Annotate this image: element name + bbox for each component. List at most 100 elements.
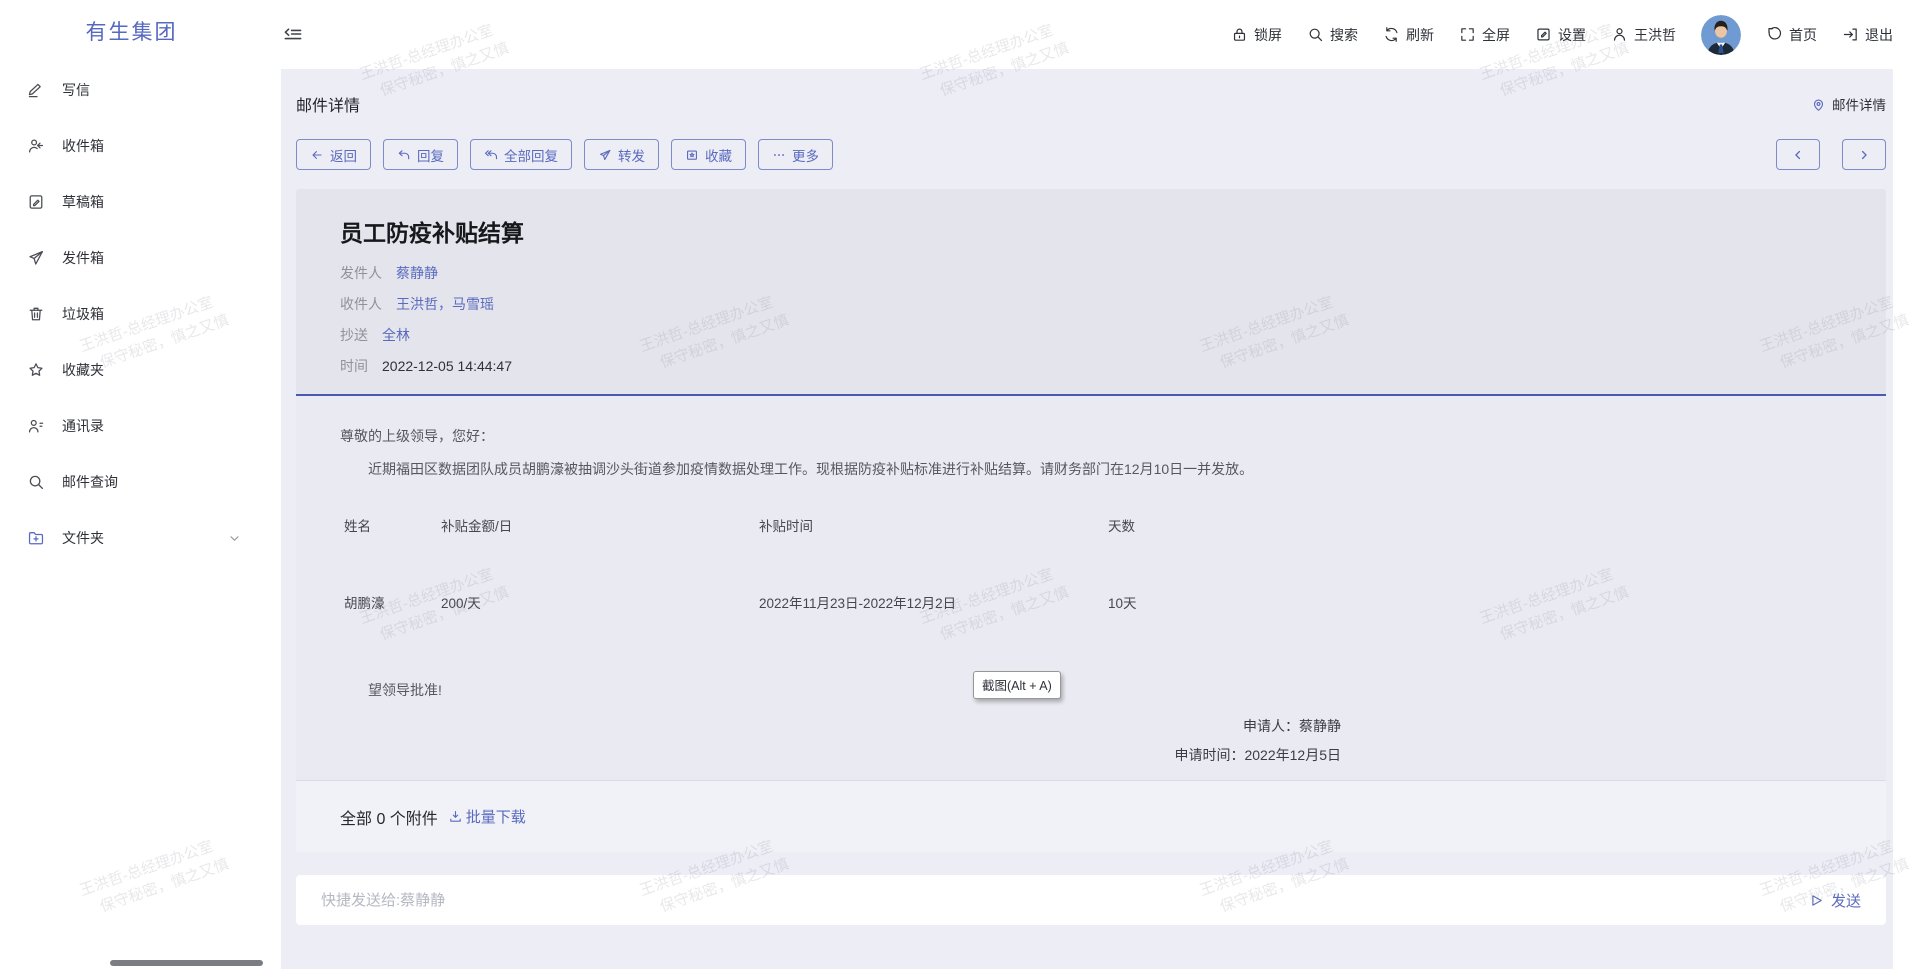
send-label: 发送	[1831, 890, 1861, 911]
topbar-item-label: 王洪哲	[1634, 25, 1676, 45]
send-triangle-icon	[1809, 893, 1824, 908]
topbar-item-user[interactable]: 王洪哲	[1611, 25, 1676, 45]
mail-body: 尊敬的上级领导，您好： 近期福田区数据团队成员胡鹏濠被抽调沙头街道参加疫情数据处…	[296, 396, 1886, 780]
topbar-actions: 锁屏 搜索 刷新 全屏 设置 王洪哲 首页 退出	[1231, 15, 1893, 55]
quick-send-bar: 发送	[296, 875, 1886, 925]
person-icon	[1611, 26, 1628, 43]
quick-send-input[interactable]	[321, 892, 1809, 909]
horizontal-scrollbar-thumb[interactable]	[110, 960, 263, 966]
mail-closing: 望领导批准!	[340, 680, 1842, 700]
topbar-item-logout[interactable]: 退出	[1842, 25, 1893, 45]
sidebar-item-label: 写信	[62, 80, 90, 100]
favorite-button[interactable]: 收藏	[671, 139, 746, 170]
table-header-cell: 补贴金额/日	[441, 517, 759, 537]
sidebar-item-favorites[interactable]: 收藏夹	[0, 342, 263, 398]
star-icon	[27, 361, 45, 379]
topbar-item-settings[interactable]: 设置	[1535, 25, 1586, 45]
sidebar: 有生集团 写信 收件箱 草稿箱 发件箱 垃圾箱 收藏夹 通讯录 邮件查询 文件夹	[0, 0, 263, 969]
batch-download-link[interactable]: 批量下载	[448, 806, 526, 827]
cc-label: 抄送	[340, 325, 368, 345]
table-cell: 2022年11月23日-2022年12月2日	[759, 594, 1108, 614]
reply-all-button[interactable]: 全部回复	[470, 139, 572, 170]
button-label: 更多	[792, 145, 819, 165]
more-button[interactable]: 更多	[758, 139, 833, 170]
refresh-icon	[1383, 26, 1400, 43]
sidebar-item-label: 邮件查询	[62, 472, 118, 492]
sidebar-item-trash[interactable]: 垃圾箱	[0, 286, 263, 342]
button-label: 收藏	[705, 145, 732, 165]
search-icon	[1307, 26, 1324, 43]
topbar-item-label: 首页	[1789, 25, 1817, 45]
send-button[interactable]: 发送	[1809, 890, 1861, 911]
table-cell: 10天	[1108, 594, 1842, 614]
sidebar-item-folders[interactable]: 文件夹	[0, 510, 263, 566]
mail-signature: 申请人：蔡静静 申请时间：2022年12月5日	[340, 712, 1842, 770]
more-icon	[772, 148, 786, 162]
topbar-item-label: 设置	[1558, 25, 1586, 45]
cc-contact-link[interactable]: 全林	[382, 325, 410, 345]
table-header-row: 姓名补贴金额/日补贴时间天数	[344, 517, 1842, 537]
subsidy-table: 姓名补贴金额/日补贴时间天数胡鹏濠200/天2022年11月23日-2022年1…	[344, 517, 1842, 614]
chevron-left-icon	[1791, 148, 1805, 162]
breadcrumb-label: 邮件详情	[1832, 94, 1886, 114]
mail-toolbar: 返回 回复 全部回复 转发 收藏 更多	[296, 139, 833, 170]
fullscreen-icon	[1459, 26, 1476, 43]
topbar-item-label: 全屏	[1482, 25, 1510, 45]
reply-button[interactable]: 回复	[383, 139, 458, 170]
from-label: 发件人	[340, 263, 382, 283]
mail-pager	[1776, 139, 1886, 170]
sidebar-item-compose[interactable]: 写信	[0, 62, 263, 118]
chevron-down-icon[interactable]	[228, 532, 241, 545]
topbar-item-label: 退出	[1865, 25, 1893, 45]
from-contact-link[interactable]: 蔡静静	[396, 263, 438, 283]
mail-card: 员工防疫补贴结算 发件人 蔡静静 收件人 王洪哲，马雪瑶 抄送 全林	[296, 189, 1886, 852]
table-cell: 200/天	[441, 594, 759, 614]
sidebar-item-label: 草稿箱	[62, 192, 104, 212]
paper-plane-icon	[27, 249, 45, 267]
pencil-icon	[27, 81, 45, 99]
button-label: 回复	[417, 145, 444, 165]
search-icon	[27, 473, 45, 491]
prev-mail-button[interactable]	[1776, 139, 1820, 170]
button-label: 全部回复	[504, 145, 558, 165]
topbar-item-home[interactable]: 首页	[1766, 25, 1817, 45]
arrow-left-icon	[310, 148, 324, 162]
sidebar-item-drafts[interactable]: 草稿箱	[0, 174, 263, 230]
forward-button[interactable]: 转发	[584, 139, 659, 170]
back-button[interactable]: 返回	[296, 139, 371, 170]
menu-fold-icon[interactable]	[283, 25, 303, 45]
to-contacts-link[interactable]: 王洪哲，马雪瑶	[396, 294, 494, 314]
topbar-item-label: 搜索	[1330, 25, 1358, 45]
sidebar-item-mail-search[interactable]: 邮件查询	[0, 454, 263, 510]
reply-all-icon	[484, 148, 498, 162]
trash-icon	[27, 305, 45, 323]
mail-subject: 员工防疫补贴结算	[340, 214, 1842, 248]
button-label: 返回	[330, 145, 357, 165]
topbar-item-fullscreen[interactable]: 全屏	[1459, 25, 1510, 45]
screenshot-tooltip: 截图(Alt + A)	[973, 671, 1061, 699]
topbar-item-search[interactable]: 搜索	[1307, 25, 1358, 45]
favorite-icon	[685, 148, 699, 162]
table-cell: 胡鹏濠	[344, 594, 441, 614]
user-avatar[interactable]	[1701, 15, 1741, 55]
logout-icon	[1842, 26, 1859, 43]
topbar: 锁屏 搜索 刷新 全屏 设置 王洪哲 首页 退出	[263, 0, 1920, 69]
time-label: 时间	[340, 356, 368, 376]
topbar-item-refresh[interactable]: 刷新	[1383, 25, 1434, 45]
draft-icon	[27, 193, 45, 211]
next-mail-button[interactable]	[1842, 139, 1886, 170]
table-header-cell: 补贴时间	[759, 517, 1108, 537]
topbar-item-lock-screen[interactable]: 锁屏	[1231, 25, 1282, 45]
folder-plus-icon	[27, 529, 45, 547]
topbar-item-label: 锁屏	[1254, 25, 1282, 45]
inbox-person-icon	[27, 137, 45, 155]
content-gutter: 邮件详情 邮件详情 返回 回复 全部回复 转发 收藏 更多	[263, 69, 1920, 969]
edit-square-icon	[1535, 26, 1552, 43]
sidebar-item-contacts[interactable]: 通讯录	[0, 398, 263, 454]
mail-greeting: 尊敬的上级领导，您好：	[340, 426, 1842, 446]
apply-date-line: 申请时间：2022年12月5日	[340, 741, 1341, 770]
sidebar-item-sent[interactable]: 发件箱	[0, 230, 263, 286]
batch-download-label: 批量下载	[466, 806, 526, 827]
page-title: 邮件详情	[296, 92, 360, 116]
sidebar-item-inbox[interactable]: 收件箱	[0, 118, 263, 174]
